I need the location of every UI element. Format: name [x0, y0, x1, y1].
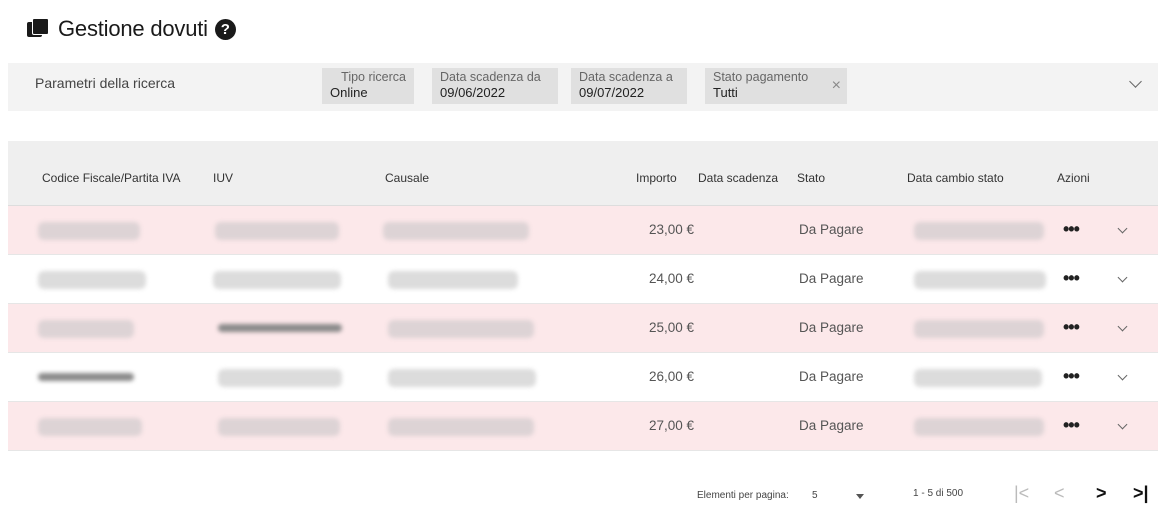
redacted-causale: [388, 320, 534, 338]
chip-key: Stato pagamento: [713, 70, 809, 84]
first-page-icon[interactable]: |<: [1014, 483, 1029, 504]
cell-importo: 26,00 €: [649, 369, 695, 384]
last-page-icon[interactable]: >|: [1133, 483, 1149, 504]
redacted-data-cambio: [914, 369, 1042, 387]
page-range: 1 - 5 di 500: [913, 488, 964, 499]
column-header-cf[interactable]: Codice Fiscale/Partita IVA: [42, 141, 181, 205]
prev-page-icon[interactable]: <: [1054, 483, 1065, 504]
chevron-down-icon[interactable]: [1117, 223, 1128, 234]
chevron-down-icon[interactable]: [1129, 75, 1142, 88]
redacted-cf: [38, 418, 142, 436]
question-circle-icon[interactable]: ?: [214, 18, 236, 40]
next-page-icon[interactable]: >: [1096, 483, 1107, 504]
chip-value: 09/07/2022: [579, 85, 645, 100]
redacted-data-cambio: [914, 271, 1046, 289]
cell-stato: Da Pagare: [799, 320, 864, 335]
column-header-stato[interactable]: Stato: [797, 141, 825, 205]
table-row[interactable]: 25,00 € Da Pagare •••: [8, 304, 1158, 353]
cell-stato: Da Pagare: [799, 271, 864, 286]
chip-key: Data scadenza da: [440, 70, 541, 84]
items-per-page-label: Elementi per pagina:: [697, 490, 789, 501]
redacted-data-cambio: [914, 418, 1044, 436]
actions-menu-icon[interactable]: •••: [1063, 353, 1080, 401]
table-row[interactable]: 23,00 € Da Pagare •••: [8, 206, 1158, 255]
filter-chip-stato-pagamento[interactable]: Stato pagamento Tutti ×: [705, 68, 847, 104]
redacted-iuv: [213, 271, 341, 289]
column-header-importo[interactable]: Importo: [636, 141, 677, 205]
cell-stato: Da Pagare: [799, 222, 864, 237]
redacted-data-cambio: [914, 320, 1044, 338]
stacked-squares-icon: [27, 18, 49, 40]
page-header: Gestione dovuti ?: [27, 14, 236, 44]
redacted-iuv: [215, 222, 339, 240]
items-per-page-select[interactable]: 5: [812, 490, 818, 501]
filter-chip-tipo-ricerca[interactable]: Tipo ricerca Online: [322, 68, 414, 104]
table-row[interactable]: 26,00 € Da Pagare •••: [8, 353, 1158, 402]
table-header: Codice Fiscale/Partita IVA IUV Causale I…: [8, 141, 1158, 206]
redacted-causale: [388, 271, 518, 289]
redacted-iuv: [218, 369, 342, 387]
chip-key: Tipo ricerca: [341, 70, 406, 84]
dovuti-table: Codice Fiscale/Partita IVA IUV Causale I…: [8, 141, 1158, 451]
search-parameters-label: Parametri della ricerca: [35, 75, 176, 91]
pagination: Elementi per pagina: 5 1 - 5 di 500 |< <…: [0, 483, 1160, 508]
filter-chip-data-scadenza-da[interactable]: Data scadenza da 09/06/2022: [432, 68, 558, 104]
column-header-data-scadenza[interactable]: Data scadenza: [698, 141, 778, 205]
column-header-data-cambio-stato[interactable]: Data cambio stato: [907, 141, 1004, 205]
page-title: Gestione dovuti: [58, 16, 208, 41]
chip-value: Tutti: [713, 85, 738, 100]
filter-chip-data-scadenza-a[interactable]: Data scadenza a 09/07/2022: [571, 68, 687, 104]
caret-down-icon[interactable]: [856, 494, 864, 499]
redacted-cf: [38, 222, 140, 240]
redacted-iuv: [218, 418, 340, 436]
table-row[interactable]: 24,00 € Da Pagare •••: [8, 255, 1158, 304]
cell-stato: Da Pagare: [799, 418, 864, 433]
cell-importo: 23,00 €: [649, 222, 695, 237]
close-icon[interactable]: ×: [832, 77, 841, 95]
cell-importo: 25,00 €: [649, 320, 695, 335]
actions-menu-icon[interactable]: •••: [1063, 402, 1080, 450]
redacted-causale: [388, 418, 534, 436]
chevron-down-icon[interactable]: [1117, 321, 1128, 332]
redacted-iuv: [218, 324, 342, 332]
chip-value: Online: [330, 85, 368, 100]
column-header-iuv[interactable]: IUV: [213, 141, 233, 205]
cell-importo: 27,00 €: [649, 418, 695, 433]
chip-key: Data scadenza a: [579, 70, 673, 84]
actions-menu-icon[interactable]: •••: [1063, 206, 1080, 254]
column-header-causale[interactable]: Causale: [385, 141, 429, 205]
redacted-causale: [383, 222, 529, 240]
redacted-causale: [388, 369, 536, 387]
table-row[interactable]: 27,00 € Da Pagare •••: [8, 402, 1158, 451]
actions-menu-icon[interactable]: •••: [1063, 304, 1080, 352]
actions-menu-icon[interactable]: •••: [1063, 255, 1080, 303]
chevron-down-icon[interactable]: [1117, 419, 1128, 430]
redacted-cf: [38, 373, 134, 381]
chip-value: 09/06/2022: [440, 85, 506, 100]
redacted-data-cambio: [914, 222, 1044, 240]
chevron-down-icon[interactable]: [1117, 370, 1128, 381]
chevron-down-icon[interactable]: [1117, 272, 1128, 283]
cell-importo: 24,00 €: [649, 271, 695, 286]
cell-stato: Da Pagare: [799, 369, 864, 384]
column-header-azioni: Azioni: [1057, 171, 1090, 185]
redacted-cf: [38, 271, 146, 289]
search-parameters-bar[interactable]: Parametri della ricerca Tipo ricerca Onl…: [8, 63, 1158, 111]
redacted-cf: [38, 320, 134, 338]
